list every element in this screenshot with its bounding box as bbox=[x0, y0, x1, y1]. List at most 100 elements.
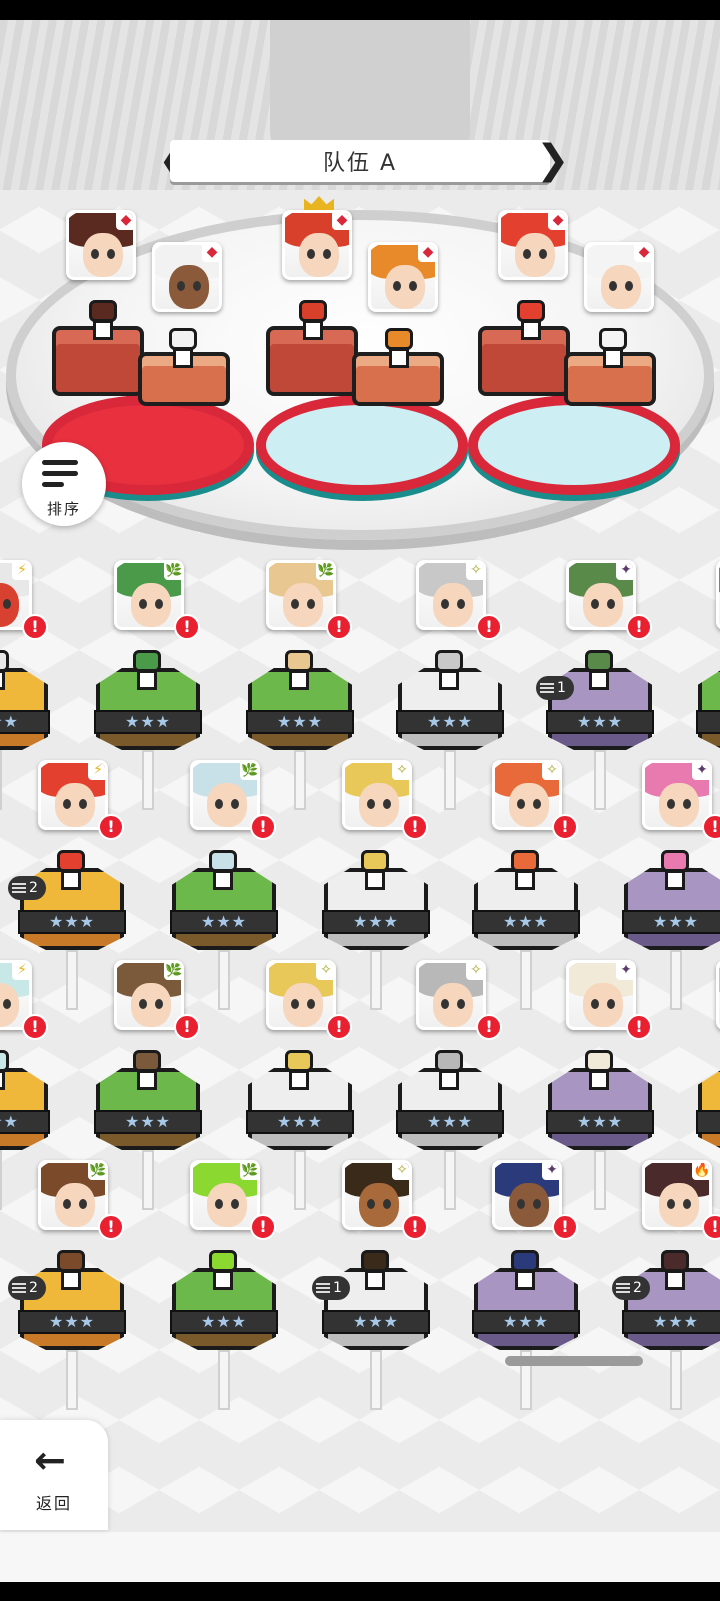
next-team-icon[interactable]: ❯ bbox=[536, 138, 570, 184]
element-icon: 🌿 bbox=[240, 762, 259, 780]
star-rank: ★★★ bbox=[246, 710, 354, 734]
eye-shape bbox=[177, 281, 185, 291]
element-icon: ✦ bbox=[692, 763, 709, 780]
warning-icon: ! bbox=[476, 614, 502, 640]
face-shape bbox=[583, 583, 623, 627]
element-icon: 🌿 bbox=[88, 1162, 107, 1180]
character-portrait[interactable]: 🌿 bbox=[716, 560, 720, 630]
eye-shape bbox=[533, 1199, 541, 1209]
back-button[interactable]: ← 返回 bbox=[0, 1420, 108, 1530]
sprite-head bbox=[169, 328, 197, 350]
character-portrait[interactable]: ✧ bbox=[492, 760, 562, 830]
sprite-body bbox=[137, 670, 157, 690]
warning-icon: ! bbox=[402, 814, 428, 840]
star-rank: ★★★ bbox=[546, 710, 654, 734]
team-member-portrait[interactable]: ◆ bbox=[584, 242, 654, 312]
character-tile[interactable]: ★★★ bbox=[696, 650, 720, 770]
character-portrait[interactable]: 🔥 bbox=[642, 1160, 712, 1230]
scroll-indicator[interactable] bbox=[505, 1356, 643, 1366]
tile-pole bbox=[294, 750, 306, 810]
character-portrait[interactable]: ✦ bbox=[492, 1160, 562, 1230]
character-portrait[interactable]: 🌿 bbox=[266, 560, 336, 630]
chibi-sprite bbox=[0, 1050, 12, 1092]
character-portrait[interactable]: ✧ bbox=[416, 560, 486, 630]
star-rank: ★★★ bbox=[170, 1310, 278, 1334]
warning-icon: ! bbox=[22, 614, 48, 640]
face-shape bbox=[207, 783, 247, 827]
character-portrait[interactable]: ⚡ bbox=[38, 760, 108, 830]
eye-shape bbox=[3, 999, 11, 1009]
character-portrait[interactable]: ✧ bbox=[266, 960, 336, 1030]
tile-top bbox=[698, 1068, 720, 1116]
element-icon: 🌿 bbox=[164, 962, 183, 980]
character-portrait[interactable]: ✧ bbox=[342, 760, 412, 830]
element-icon: ✧ bbox=[392, 1163, 409, 1180]
eye-shape bbox=[683, 1199, 691, 1209]
character-portrait[interactable]: ✦ bbox=[642, 760, 712, 830]
face-shape bbox=[83, 233, 123, 277]
sprite-body bbox=[213, 870, 233, 890]
eye-shape bbox=[193, 281, 201, 291]
eye-shape bbox=[3, 599, 11, 609]
level-badge: 2 bbox=[8, 1276, 46, 1300]
eye-shape bbox=[393, 281, 401, 291]
character-portrait[interactable]: 🌿 bbox=[38, 1160, 108, 1230]
eye-shape bbox=[609, 281, 617, 291]
warning-icon: ! bbox=[702, 814, 720, 840]
eye-shape bbox=[409, 281, 417, 291]
star-rank: ★★★ bbox=[0, 1110, 50, 1134]
sprite-body bbox=[439, 1070, 459, 1090]
eye-shape bbox=[139, 599, 147, 609]
team-member-portrait[interactable]: ◆ bbox=[152, 242, 222, 312]
team-member-portrait[interactable]: ◆ bbox=[368, 242, 438, 312]
team-member-portrait[interactable]: ◆ bbox=[498, 210, 568, 280]
element-icon: ✧ bbox=[316, 963, 333, 980]
face-shape bbox=[359, 1183, 399, 1227]
face-shape bbox=[283, 983, 323, 1027]
character-tile[interactable]: ★★★ bbox=[696, 1050, 720, 1170]
eye-shape bbox=[517, 1199, 525, 1209]
character-portrait[interactable]: ✦ bbox=[566, 560, 636, 630]
eye-shape bbox=[441, 599, 449, 609]
sprite-head bbox=[133, 1050, 161, 1072]
eye-shape bbox=[107, 249, 115, 259]
sprite-head bbox=[209, 850, 237, 872]
team-pedestal bbox=[256, 326, 468, 495]
character-portrait[interactable]: 🌿 bbox=[190, 1160, 260, 1230]
eye-shape bbox=[517, 799, 525, 809]
character-portrait[interactable]: ⚡ bbox=[716, 960, 720, 1030]
leader-crown-icon bbox=[304, 196, 334, 210]
sort-button[interactable]: 排序 bbox=[22, 442, 106, 526]
sprite-head bbox=[0, 650, 9, 672]
face-shape bbox=[283, 583, 323, 627]
element-icon: ✦ bbox=[616, 963, 633, 980]
element-icon: ✧ bbox=[466, 963, 483, 980]
eye-shape bbox=[215, 799, 223, 809]
character-portrait[interactable]: 🌿 bbox=[190, 760, 260, 830]
warning-icon: ! bbox=[552, 1214, 578, 1240]
sprite-body bbox=[389, 348, 409, 368]
sprite-head bbox=[385, 328, 413, 350]
chibi-sprite bbox=[282, 650, 316, 692]
character-portrait[interactable]: ✦ bbox=[566, 960, 636, 1030]
pedestal-base bbox=[256, 395, 468, 495]
element-icon: 🌿 bbox=[240, 1162, 259, 1180]
game-screen: ❮ 队伍 A ❯ ◆◆◆◆◆◆ 排序 ★★★⚡!★★★🌿!★★★🌿!★★★✧!★… bbox=[0, 20, 720, 1582]
eye-shape bbox=[155, 999, 163, 1009]
sprite-head bbox=[661, 850, 689, 872]
layer-icon bbox=[616, 1283, 630, 1293]
eye-shape bbox=[591, 599, 599, 609]
eye-shape bbox=[291, 999, 299, 1009]
eye-shape bbox=[291, 599, 299, 609]
character-portrait[interactable]: ✧ bbox=[416, 960, 486, 1030]
character-portrait[interactable]: ✧ bbox=[342, 1160, 412, 1230]
character-portrait[interactable]: 🌿 bbox=[114, 960, 184, 1030]
face-shape bbox=[207, 1183, 247, 1227]
back-label: 返回 bbox=[35, 1494, 72, 1513]
character-portrait[interactable]: 🌿 bbox=[114, 560, 184, 630]
team-member-portrait[interactable]: ◆ bbox=[282, 210, 352, 280]
tile-pole bbox=[0, 1150, 2, 1210]
team-member-portrait[interactable]: ◆ bbox=[66, 210, 136, 280]
eye-shape bbox=[231, 799, 239, 809]
warning-icon: ! bbox=[326, 614, 352, 640]
